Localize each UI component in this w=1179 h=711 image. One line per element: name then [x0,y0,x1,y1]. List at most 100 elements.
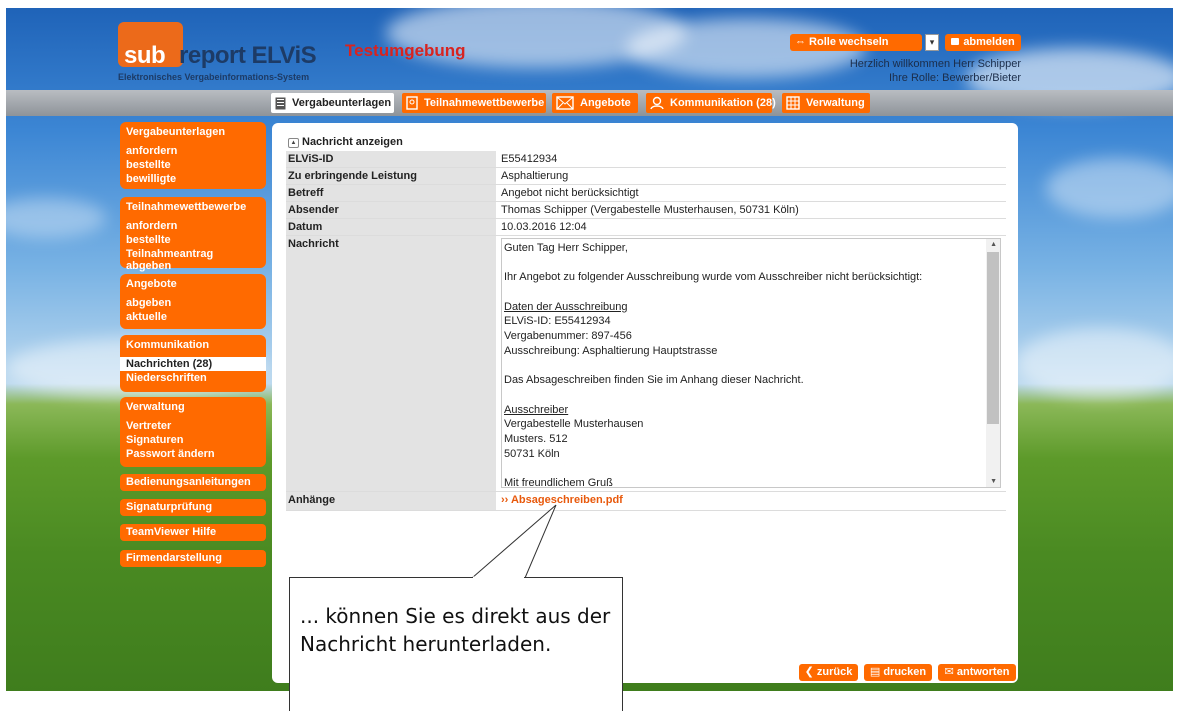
field-value: Angebot nicht berücksichtigt [501,187,639,199]
sidebar-group-verwaltung: Verwaltung Vertreter Signaturen Passwort… [120,397,266,467]
message-line: Das Absageschreiben finden Sie im Anhang… [504,374,804,387]
field-row-nachricht: Nachricht Guten Tag Herr Schipper, Ihr An… [286,236,1006,492]
callout-text: ... können Sie es direkt aus der Nachric… [300,604,611,656]
message-body[interactable]: Guten Tag Herr Schipper, Ihr Angebot zu f… [501,238,1001,488]
message-line: Ausschreiber [504,403,569,416]
sidebar-button-bedienungsanleitungen[interactable]: Bedienungsanleitungen [120,474,266,491]
logo-sub-text: sub [124,42,166,69]
reply-icon: ✉ [944,666,957,678]
sidebar-item-bestellte[interactable]: bestellte [120,233,266,247]
welcome-block: Herzlich willkommen Herr Schipper Ihre R… [850,57,1021,85]
tab-angebote[interactable]: Angebote [552,93,638,113]
badge-icon [406,96,418,110]
message-blank-line [504,256,982,271]
grid-icon [786,96,800,110]
lock-icon [951,38,960,45]
field-value: E55412934 [501,153,558,165]
field-label: Absender [286,202,496,218]
field-label: Betreff [286,185,496,201]
sidebar-item-anfordern[interactable]: anfordern [120,219,266,233]
logo-name-text: report ELViS [179,42,317,69]
sidebar-item-passwort[interactable]: Passwort ändern [120,447,266,461]
sidebar-group-heading[interactable]: Teilnahmewettbewerbe [120,199,266,219]
sidebar-item-bestellte[interactable]: bestellte [120,158,266,172]
field-label: Zu erbringende Leistung [286,168,496,184]
person-icon [650,96,664,110]
document-icon [275,97,286,110]
scroll-up-icon[interactable]: ▲ [990,241,997,248]
chevron-left-icon: ❮ [804,666,817,678]
section-title[interactable]: ▲ Nachricht anzeigen [288,136,403,148]
field-row-leistung: Zu erbringende Leistung Asphaltierung [286,168,1006,185]
message-blank-line [504,359,982,374]
sidebar-group-angebote: Angebote abgeben aktuelle [120,274,266,329]
field-label: Nachricht [286,236,496,491]
sidebar-item-teilnahmeantrag[interactable]: Teilnahmeantrag abgeben [120,247,266,273]
sidebar-group-vergabeunterlagen: Vergabeunterlagen anfordern bestellte be… [120,122,266,189]
sidebar-group-heading[interactable]: Kommunikation [120,337,266,357]
logo-tagline: Elektronisches Vergabeinformations-Syste… [118,72,310,82]
message-blank-line [504,461,982,476]
field-value: Thomas Schipper (Vergabestelle Musterhau… [501,204,799,216]
scrollbar-thumb[interactable] [987,252,999,424]
sidebar-item-abgeben[interactable]: abgeben [120,296,266,310]
sidebar-item-anfordern[interactable]: anfordern [120,144,266,158]
message-blank-line [504,388,982,403]
sidebar-item-bewilligte[interactable]: bewilligte [120,172,266,186]
message-line: Vergabenummer: 897-456 [504,330,632,343]
callout-box: ... können Sie es direkt aus der Nachric… [289,577,623,711]
elvis-logo[interactable]: sub report ELViS Elektronisches Vergabei… [118,22,318,84]
field-label: Anhänge [286,492,496,510]
print-button[interactable]: ▤ drucken [864,664,932,681]
sidebar-group-heading[interactable]: Verwaltung [120,399,266,419]
message-line: Musters. 512 [504,433,568,446]
sidebar-item-signaturen[interactable]: Signaturen [120,433,266,447]
field-row-anhaenge: Anhänge ›› Absageschreiben.pdf [286,492,1006,511]
field-value: 10.03.2016 12:04 [501,221,587,233]
logout-button[interactable]: abmelden [945,34,1021,51]
back-label: zurück [816,666,853,678]
tab-verwaltung[interactable]: Verwaltung [782,93,870,113]
message-line: 50731 Köln [504,447,560,460]
sidebar-button-teamviewer[interactable]: TeamViewer Hilfe [120,524,266,541]
welcome-text: Herzlich willkommen Herr Schipper [849,58,1021,70]
sidebar-group-heading[interactable]: Angebote [120,276,266,296]
section-title-text: Nachricht anzeigen [302,136,403,148]
sidebar-item-niederschriften[interactable]: Niederschriften [120,371,266,385]
field-row-datum: Datum 10.03.2016 12:04 [286,219,1006,236]
field-row-betreff: Betreff Angebot nicht berücksichtigt [286,185,1006,202]
sidebar-item-aktuelle[interactable]: aktuelle [120,310,266,324]
scroll-down-icon[interactable]: ▼ [990,478,997,485]
tab-kommunikation[interactable]: Kommunikation (28) [646,93,776,113]
main-navigation: Vergabeunterlagen Teilnahmewettbewerbe A… [6,90,1173,116]
message-line: Mit freundlichem Gruß [504,477,613,488]
sidebar-item-vertreter[interactable]: Vertreter [120,419,266,433]
role-switch-select[interactable]: ⇔ Rolle wechseln [790,34,922,51]
tab-label: Teilnahmewettbewerbe [424,97,545,109]
collapse-icon[interactable]: ▲ [288,138,299,148]
sidebar-button-firmendarstellung[interactable]: Firmendarstellung [120,550,266,567]
sidebar-button-signaturpruefung[interactable]: Signaturprüfung [120,499,266,516]
back-button[interactable]: ❮ zurück [799,664,858,681]
envelope-icon [556,96,574,110]
field-row-elvis-id: ELViS-ID E55412934 [286,151,1006,168]
reply-button[interactable]: ✉ antworten [938,664,1016,681]
tab-label: Kommunikation (28) [670,97,776,109]
tab-label: Angebote [580,97,631,109]
message-line: ELViS-ID: E55412934 [504,315,611,328]
chevron-down-icon[interactable]: ▾ [925,34,939,51]
tab-teilnahmewettbewerbe[interactable]: Teilnahmewettbewerbe [402,93,546,113]
print-label: drucken [883,666,927,678]
tab-vergabeunterlagen[interactable]: Vergabeunterlagen [271,93,394,113]
message-line: Daten der Ausschreibung [504,300,628,313]
field-label: Datum [286,219,496,235]
sidebar-item-nachrichten[interactable]: Nachrichten (28) [120,357,266,371]
printer-icon: ▤ [869,666,884,678]
message-line: Vergabestelle Musterhausen [504,418,644,431]
field-value: Asphaltierung [501,170,569,182]
logout-label: abmelden [963,36,1015,48]
sidebar-group-heading[interactable]: Vergabeunterlagen [120,124,266,144]
attachment-link[interactable]: ›› Absageschreiben.pdf [501,492,623,506]
message-blank-line [504,285,982,300]
scrollbar[interactable]: ▲ ▼ [986,239,1000,487]
